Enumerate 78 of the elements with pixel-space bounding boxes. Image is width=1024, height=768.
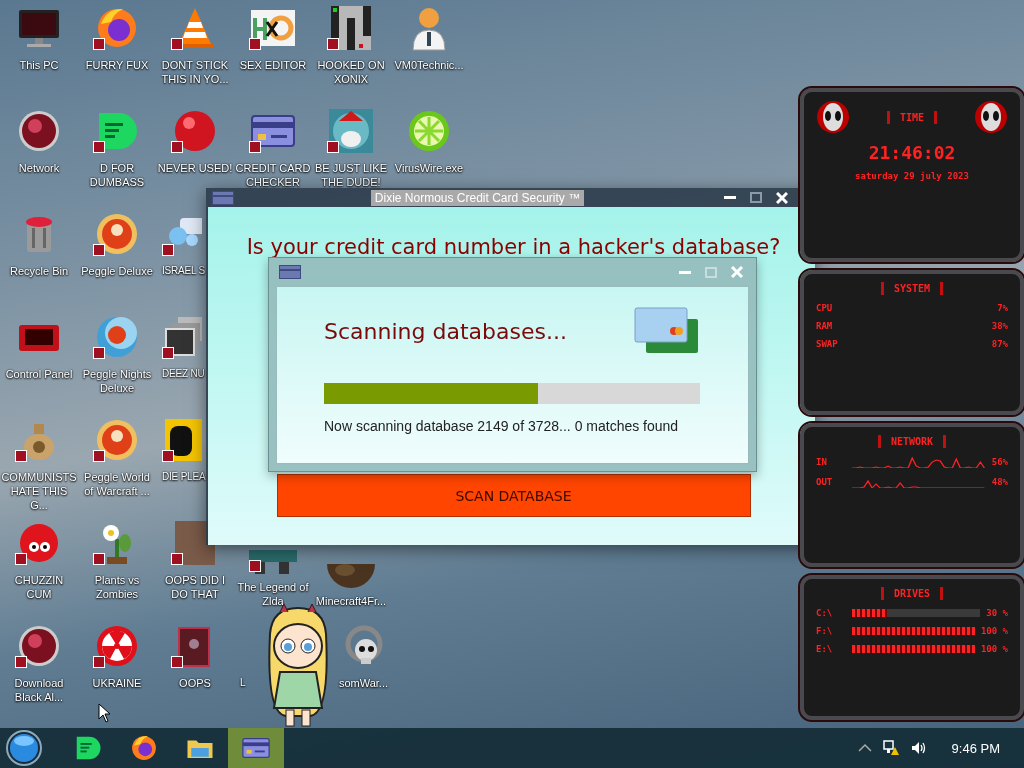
desktop-shortcut[interactable]: OOPS	[157, 618, 233, 690]
maximize-icon	[750, 192, 762, 203]
network-warning-icon[interactable]	[881, 739, 900, 757]
clock-time: 21:46:02	[868, 142, 956, 163]
window-title: Dixie Normous Credit Card Security ™	[370, 189, 585, 206]
stat-label: RAM	[816, 321, 834, 331]
fox-globe-icon	[129, 733, 159, 763]
credit-cards-icon	[634, 307, 700, 355]
drive-label: C:\	[816, 608, 834, 619]
stat-label: IN	[816, 456, 828, 467]
desktop-shortcut[interactable]: Recycle Bin	[1, 206, 77, 278]
desktop-shortcut[interactable]: D FOR DUMBASS	[79, 103, 155, 189]
stat-reading: 87%	[991, 339, 1008, 349]
desktop-shortcut[interactable]: UKRAINE	[79, 618, 155, 690]
clock-date: saturday 29 july 2023	[855, 171, 969, 181]
close-icon	[731, 266, 743, 278]
panel-title: NETWORK	[877, 434, 947, 448]
desktop-shortcut[interactable]: VM0Technic...	[391, 0, 467, 72]
desktop-shortcut[interactable]: DIE PLEA	[156, 412, 206, 484]
drive-reading: 100 %	[980, 644, 1008, 655]
desktop-shortcut[interactable]: CHUZZIN CUM	[1, 515, 77, 601]
stat-reading: 7%	[997, 303, 1008, 313]
desktop-shortcut[interactable]: NEVER USED!	[157, 103, 233, 175]
card-icon	[212, 190, 234, 205]
letter-tile-icon	[162, 416, 202, 464]
scanning-heading: Scanning databases...	[324, 318, 567, 344]
drive-label: E:\	[816, 644, 834, 655]
desktop-shortcut[interactable]: BE JUST LIKE THE DUDE!	[313, 103, 389, 189]
panel-title: DRIVES	[880, 587, 944, 601]
stat-reading: 38%	[991, 321, 1008, 331]
desktop-shortcut[interactable]: The Legend of Zlda	[235, 546, 311, 608]
alien-head-icon	[974, 100, 1008, 134]
desktop-shortcut[interactable]: This PC	[1, 0, 77, 72]
desktop-shortcut[interactable]: VirusWire.exe	[391, 103, 467, 175]
desktop-shortcut[interactable]: DONT STICK THIS IN YO...	[157, 0, 233, 86]
desktop-shortcut[interactable]: COMMUNISTS HATE THIS G...	[1, 412, 77, 512]
desktop-shortcut[interactable]: Network	[1, 103, 77, 175]
scan-status: Now scanning database 2149 of 3728... 0 matches found	[324, 418, 680, 434]
panel-title: TIME	[886, 110, 938, 124]
drive-label: F:\	[816, 626, 834, 637]
drive-reading: 100 %	[980, 626, 1008, 637]
desktop-shortcut[interactable]: FURRY FUX	[79, 0, 155, 72]
desktop-shortcut[interactable]: ISRAEL S	[156, 206, 206, 278]
alien-head-icon	[816, 100, 850, 134]
desktop-shortcut[interactable]: L	[234, 618, 246, 690]
chevron-up-icon[interactable]	[857, 743, 872, 753]
desktop-shortcut[interactable]: Peggle World of Warcraft ...	[79, 412, 155, 498]
stat-label: SWAP	[816, 339, 839, 349]
panel-title: SYSTEM	[880, 282, 944, 295]
scan-database-button[interactable]: SCAN DATABASE	[276, 474, 751, 517]
maximize-icon	[705, 266, 717, 278]
minimize-icon	[679, 270, 691, 274]
desktop-shortcut[interactable]: Download Black Al...	[1, 618, 77, 704]
pixel-art-icon	[249, 550, 297, 574]
desktop-shortcut[interactable]: Peggle Nights Deluxe	[79, 309, 155, 395]
desktop-shortcut[interactable]: Plants vs Zombies	[79, 515, 155, 601]
heading: Is your credit card number in a hacker's database?	[246, 235, 781, 259]
desktop-shortcut[interactable]: DEEZ NU	[156, 309, 205, 381]
card-icon	[279, 265, 301, 279]
drive-reading: 30 %	[986, 608, 1008, 619]
stat-label: OUT	[816, 476, 834, 487]
stat-reading: 56%	[991, 456, 1008, 467]
desktop-shortcut[interactable]: somWar...	[338, 618, 390, 690]
desktop-shortcut[interactable]: SEX EDITOR	[235, 0, 311, 72]
desktop-shortcut[interactable]: HOOKED ON XONIX	[313, 0, 389, 86]
close-button[interactable]	[773, 189, 791, 206]
stat-reading: 48%	[991, 476, 1008, 487]
mouse-pointer-icon	[98, 703, 112, 723]
minimize-icon	[724, 196, 736, 199]
taskbar-clock[interactable]: 9:46 PM	[951, 740, 1000, 756]
maximize-button[interactable]	[747, 189, 765, 206]
desktop-shortcut[interactable]: Control Panel	[1, 309, 77, 381]
stat-label: CPU	[816, 303, 834, 313]
desktop-shortcut[interactable]: Peggle Deluxe	[79, 206, 155, 278]
close-icon	[776, 191, 788, 204]
traffic-graph-icon	[852, 455, 986, 468]
start-orb-icon[interactable]	[4, 728, 44, 768]
desktop-shortcut[interactable]: CREDIT CARD CHECKER	[235, 103, 311, 189]
